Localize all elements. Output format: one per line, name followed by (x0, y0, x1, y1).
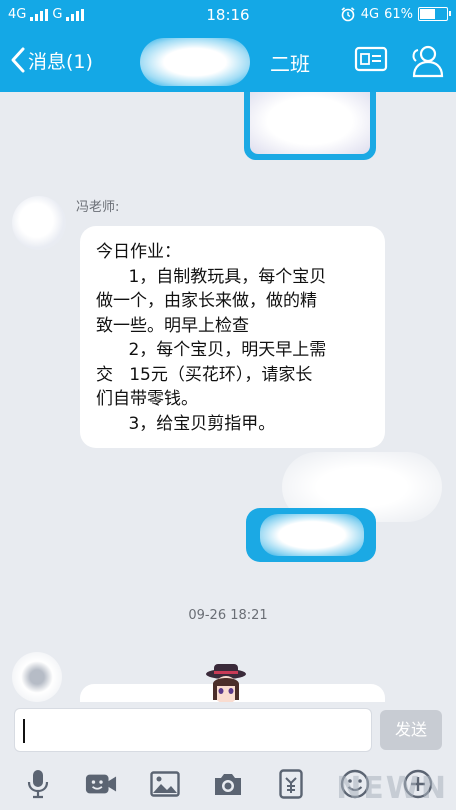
microphone-icon[interactable] (22, 768, 54, 800)
message-line: 做一个，由家长来做，做的精 (96, 291, 317, 311)
message-input[interactable] (14, 708, 372, 752)
chevron-left-icon (11, 47, 25, 73)
redaction-blur (260, 514, 364, 556)
status-bar: 4G G 18:16 4G 61% (0, 0, 456, 30)
message-line: 致一些。明早上检查 (96, 315, 249, 336)
avatar[interactable] (12, 196, 66, 250)
message-timestamp: 09-26 18:21 (188, 608, 268, 623)
cartoon-girl-sticker (206, 664, 246, 702)
message-line: 3，给宝贝剪指甲。 (96, 413, 276, 434)
red-packet-icon[interactable] (275, 768, 307, 800)
message-line: 今日作业： (96, 242, 181, 262)
camera-icon[interactable] (212, 768, 244, 800)
chat-header: 消息(1) 二班 (0, 30, 456, 92)
back-label: 消息(1) (28, 50, 93, 73)
battery-icon (418, 7, 451, 21)
chat-area[interactable]: 冯老师: 今日作业： 1，自制教玩具，每个宝贝 做一个，由家长来做，做的精 致一些。… (0, 92, 456, 702)
image-message[interactable] (244, 92, 376, 160)
input-row: 发送 (0, 702, 456, 758)
sender-name: 冯老师: (76, 200, 120, 215)
watermark: NEWN (336, 771, 448, 806)
group-members-icon[interactable] (408, 44, 444, 78)
network-label-right: 4G (360, 6, 380, 22)
text-cursor (23, 719, 25, 743)
message-line: 2，每个宝贝，明天早上需 (96, 340, 327, 360)
avatar[interactable] (12, 652, 62, 702)
redaction-blur (250, 92, 370, 154)
back-button[interactable]: 消息(1) (10, 46, 93, 74)
battery-percent: 61% (384, 6, 413, 22)
text-message-bubble[interactable]: 今日作业： 1，自制教玩具，每个宝贝 做一个，由家长来做，做的精 致一些。明早上检查… (80, 226, 385, 448)
send-button[interactable]: 发送 (380, 710, 442, 750)
message-line: 们自带零钱。 (96, 389, 198, 409)
alarm-icon (341, 7, 355, 22)
group-profile-icon[interactable] (354, 44, 388, 74)
video-face-icon[interactable] (85, 768, 117, 800)
message-line: 1，自制教玩具，每个宝贝 (96, 266, 327, 287)
message-line: 交 15元（买花环），请家长 (96, 364, 313, 385)
image-icon[interactable] (149, 768, 181, 800)
page-title: 二班 (270, 52, 310, 76)
sent-message-bubble[interactable] (246, 508, 376, 562)
